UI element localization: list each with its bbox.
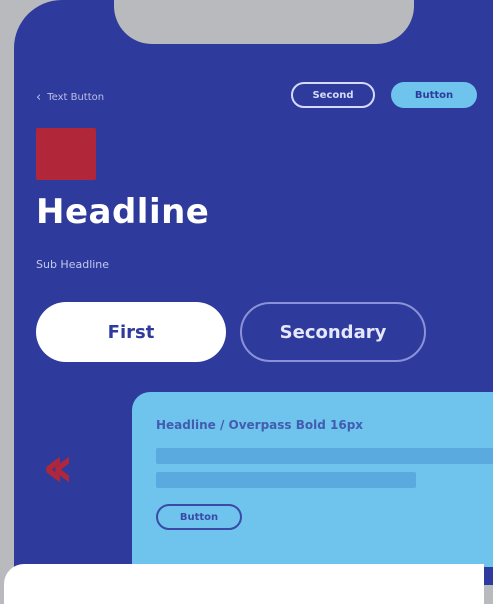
page-subtitle: Sub Headline [36,258,110,271]
primary-button[interactable]: Button [391,82,477,108]
brand-logo [36,128,96,180]
text-placeholder-line [156,472,416,488]
card-button-label: Button [179,511,219,523]
back-text-button-label: Text Button [47,91,105,103]
phone-screen: ‹ Text Button Second Button Headline Sub… [14,0,493,585]
first-button-label: First [107,321,155,343]
secondary-button[interactable]: Secondary [240,302,426,362]
second-button[interactable]: Second [291,82,375,108]
primary-button-label: Button [414,89,454,101]
page-title: Headline [36,192,210,232]
device-notch [114,0,414,44]
chevron-left-icon: ‹ [36,89,42,105]
card-button[interactable]: Button [156,504,242,530]
first-button[interactable]: First [36,302,226,362]
bottom-sheet [4,564,484,604]
double-chevron-left-icon[interactable]: ‹‹ [42,440,74,496]
back-text-button[interactable]: ‹ Text Button [36,88,104,106]
secondary-button-label: Secondary [279,321,387,343]
second-button-label: Second [312,89,354,101]
content-card: Headline / Overpass Bold 16px Button [132,392,493,567]
card-title: Headline / Overpass Bold 16px [156,418,364,432]
text-placeholder-line [156,448,493,464]
